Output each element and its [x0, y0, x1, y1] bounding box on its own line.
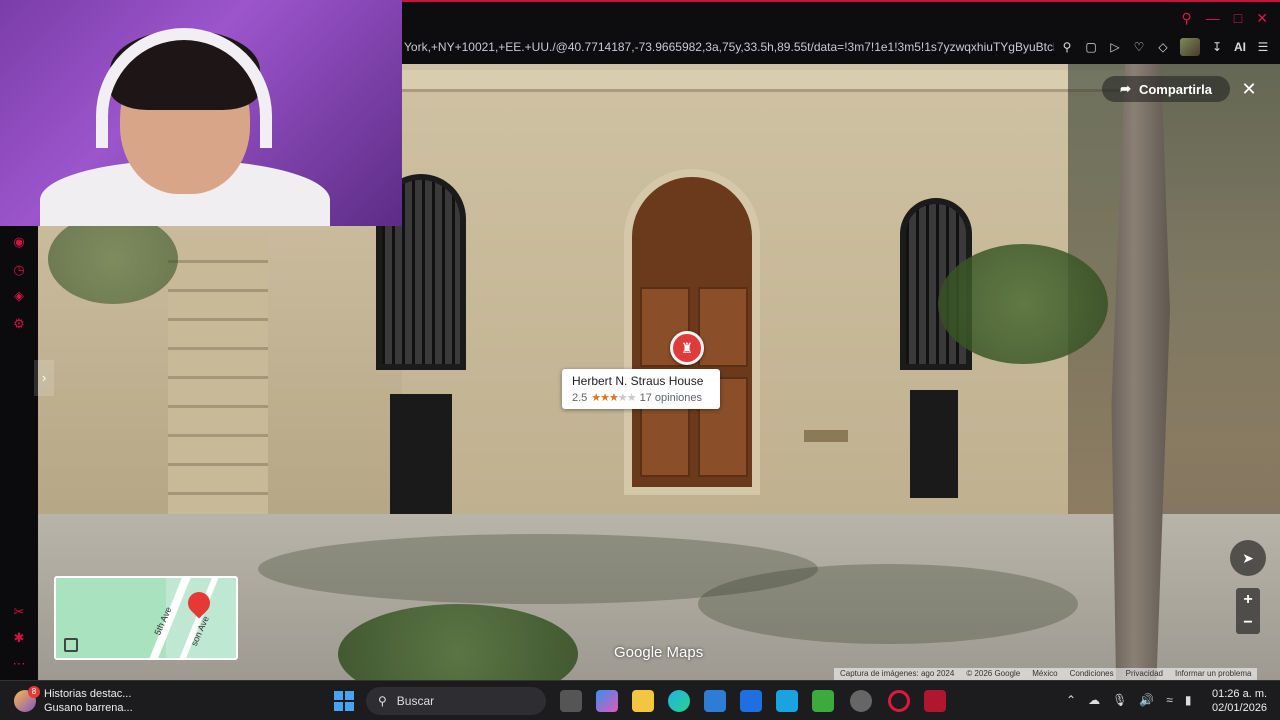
pin-icon[interactable]: ⚲	[1060, 40, 1074, 54]
review-count[interactable]: 17 opiniones	[640, 392, 702, 404]
history-icon[interactable]: ◷	[11, 262, 27, 278]
news-title: Historias destac...	[44, 688, 132, 700]
rating-stars-empty: ★★	[617, 392, 637, 404]
taskbar-search[interactable]: ⚲ Buscar	[366, 687, 546, 715]
maximize-icon[interactable]: □	[1234, 10, 1242, 27]
capture-date: Captura de imágenes: ago 2024	[840, 669, 955, 678]
tree-shadow	[698, 564, 1078, 644]
google-maps-logo: Google Maps	[614, 644, 704, 661]
share-icon: ➦	[1120, 81, 1131, 96]
place-name: Herbert N. Straus House	[572, 374, 704, 388]
search-icon[interactable]: ⚲	[1182, 10, 1192, 27]
building-cornice	[402, 70, 1142, 92]
zoom-control: + −	[1236, 588, 1260, 634]
wifi-icon[interactable]: ≈	[1166, 693, 1173, 707]
download-icon[interactable]: ↧	[1210, 40, 1224, 54]
minimap[interactable]: 5th Ave son Ave	[54, 576, 238, 660]
clock-date: 02/01/2026	[1212, 702, 1268, 714]
country-link[interactable]: México	[1032, 669, 1057, 679]
gx-icon[interactable]: ✱	[11, 630, 27, 646]
more-icon[interactable]: ⋯	[11, 656, 27, 672]
settings-icon[interactable]: ⚙	[11, 316, 27, 332]
onedrive-icon[interactable]: ☁	[1088, 693, 1100, 707]
start-button[interactable]	[334, 691, 354, 711]
search-icon: ⚲	[378, 694, 387, 708]
profile-avatar[interactable]	[1180, 38, 1200, 56]
taskbar: 8 Historias destac... Gusano barrena... …	[0, 680, 1280, 720]
app-icon[interactable]	[776, 690, 798, 712]
left-building-rustication	[168, 234, 268, 524]
clock[interactable]: 01:26 a. m. 02/01/2026	[1212, 687, 1267, 715]
rating-stars-full: ★★★	[591, 392, 619, 404]
zoom-out-button[interactable]: −	[1236, 611, 1260, 634]
news-widget[interactable]: 8 Historias destac... Gusano barrena...	[14, 686, 133, 715]
play-icon[interactable]: ▷	[1108, 40, 1122, 54]
file-explorer-icon[interactable]	[632, 690, 654, 712]
left-entrance	[390, 394, 452, 534]
copilot-icon[interactable]	[596, 690, 618, 712]
screen: { "browser": { "url": "York,+NY+10021,+E…	[0, 0, 1280, 720]
toolbar-icons: ⚲ ▢ ▷ ♡ ◇ ↧ AI ☰	[1060, 38, 1270, 56]
attribution-bar: Captura de imágenes: ago 2024 © 2026 Goo…	[834, 668, 1258, 680]
microphone-icon[interactable]: 🎙	[1112, 693, 1127, 707]
news-subtitle: Gusano barrena...	[44, 702, 133, 714]
compass-icon[interactable]: ➤	[1230, 540, 1266, 576]
right-entrance	[910, 390, 958, 498]
heart-icon[interactable]: ♡	[1132, 40, 1146, 54]
volume-icon[interactable]: 🔊	[1139, 693, 1154, 707]
share-label: Compartirla	[1138, 81, 1212, 97]
tool-icon[interactable]: ✂	[11, 604, 27, 620]
close-streetview-button[interactable]: ✕	[1238, 78, 1260, 100]
zoom-in-button[interactable]: +	[1236, 588, 1260, 611]
extensions-icon[interactable]: ◇	[1156, 40, 1170, 54]
window-controls: ⚲ — □ ✕	[1182, 10, 1268, 27]
wall-plaque	[804, 430, 848, 442]
app-icon[interactable]	[924, 690, 946, 712]
store-icon[interactable]	[704, 690, 726, 712]
battery-icon[interactable]: ▮	[1185, 693, 1192, 707]
privacy-link[interactable]: Privacidad	[1126, 669, 1163, 679]
rating-value: 2.5	[572, 391, 588, 404]
address-bar[interactable]: York,+NY+10021,+EE.+UU./@40.7714187,-73.…	[404, 40, 1054, 54]
clock-time: 01:26 a. m.	[1212, 688, 1268, 700]
report-link[interactable]: Informar un problema	[1175, 669, 1251, 679]
browser-sidebar: ◉ ◷ ◈ ⚙ › ✂ ✱ ⋯	[0, 226, 54, 680]
snapshot-icon[interactable]: ▢	[1084, 40, 1098, 54]
news-badge: 8	[28, 686, 40, 698]
chevron-up-icon[interactable]: ⌃	[1066, 693, 1076, 707]
close-window-icon[interactable]: ✕	[1256, 10, 1268, 27]
minecraft-icon[interactable]	[812, 690, 834, 712]
foliage	[48, 214, 178, 304]
foliage	[938, 244, 1108, 364]
place-pin-icon[interactable]: ♜	[670, 331, 704, 365]
expand-panel-icon[interactable]: ›	[34, 360, 54, 396]
copyright: © 2026 Google	[966, 669, 1021, 678]
place-rating-row: 2.5 ★★★★★ 17 opiniones	[572, 391, 710, 405]
minimize-icon[interactable]: —	[1206, 10, 1220, 27]
terms-link[interactable]: Condiciones	[1070, 669, 1114, 679]
expand-map-icon[interactable]	[64, 638, 78, 652]
task-view-icon[interactable]	[560, 690, 582, 712]
opera-gx-icon[interactable]	[888, 690, 910, 712]
player-icon[interactable]: ◉	[11, 234, 27, 250]
search-placeholder: Buscar	[396, 694, 435, 708]
share-button[interactable]: ➦ Compartirla	[1102, 76, 1230, 102]
webcam-overlay	[0, 0, 402, 226]
extensions-icon[interactable]: ◈	[11, 288, 27, 304]
ai-button[interactable]: AI	[1234, 40, 1246, 54]
place-info-card[interactable]: Herbert N. Straus House 2.5 ★★★★★ 17 opi…	[562, 369, 720, 409]
edge-icon[interactable]	[668, 690, 690, 712]
news-icon: 8	[14, 686, 40, 712]
dropbox-icon[interactable]	[740, 690, 762, 712]
menu-icon[interactable]: ☰	[1256, 40, 1270, 54]
system-tray: ⌃ ☁ 🎙 🔊 ≈ ▮	[1066, 693, 1191, 707]
app-icon[interactable]	[850, 690, 872, 712]
